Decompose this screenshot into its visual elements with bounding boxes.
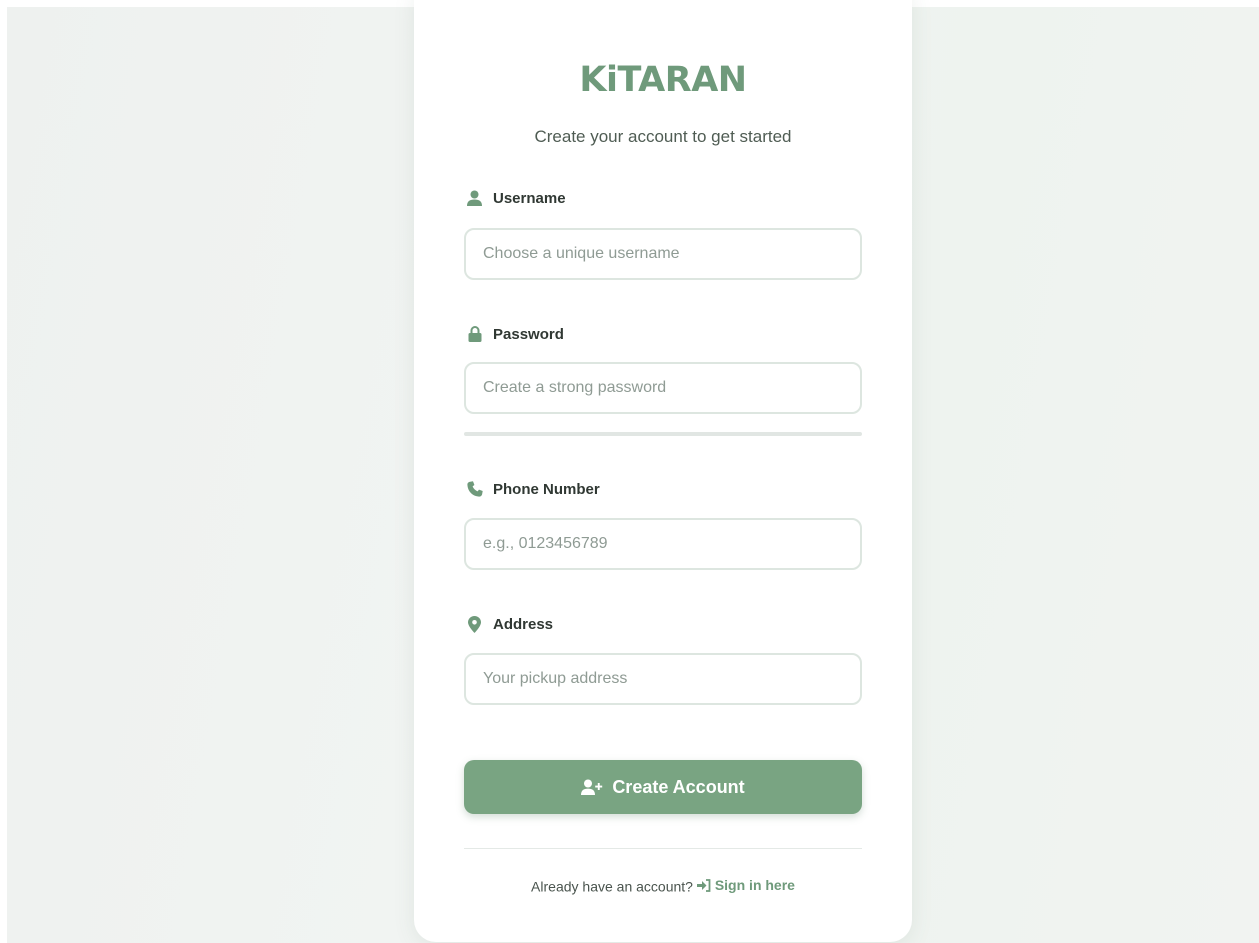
password-strength-bar <box>464 432 862 436</box>
create-account-button[interactable]: Create Account <box>464 760 862 814</box>
page-subtitle: Create your account to get started <box>534 127 792 146</box>
brand-logo: KiTARAN <box>579 60 747 100</box>
create-account-label: Create Account <box>612 776 745 797</box>
phone-label: Phone Number <box>466 479 600 499</box>
password-input[interactable] <box>464 362 862 414</box>
user-plus-icon <box>581 779 603 796</box>
map-pin-icon <box>466 615 483 633</box>
user-icon <box>466 190 483 207</box>
address-label: Address <box>466 614 553 634</box>
address-label-text: Address <box>493 615 554 633</box>
lock-icon <box>466 326 483 343</box>
divider <box>464 848 862 849</box>
signin-link-label: Sign in here <box>714 877 795 893</box>
username-label: Username <box>466 188 566 208</box>
signin-prompt: Already have an account? <box>531 878 693 895</box>
signin-row: Already have an account? Sign in here <box>414 877 912 895</box>
sign-in-icon <box>696 878 711 892</box>
signup-card: KiTARAN Create your account to get start… <box>414 0 912 942</box>
phone-input[interactable] <box>464 518 862 570</box>
password-label-text: Password <box>493 325 564 343</box>
phone-icon <box>466 481 483 498</box>
username-input[interactable] <box>464 228 862 280</box>
phone-label-text: Phone Number <box>493 480 600 498</box>
password-label: Password <box>466 324 564 344</box>
address-input[interactable] <box>464 653 862 705</box>
username-label-text: Username <box>493 189 566 207</box>
signin-link[interactable]: Sign in here <box>696 877 795 893</box>
